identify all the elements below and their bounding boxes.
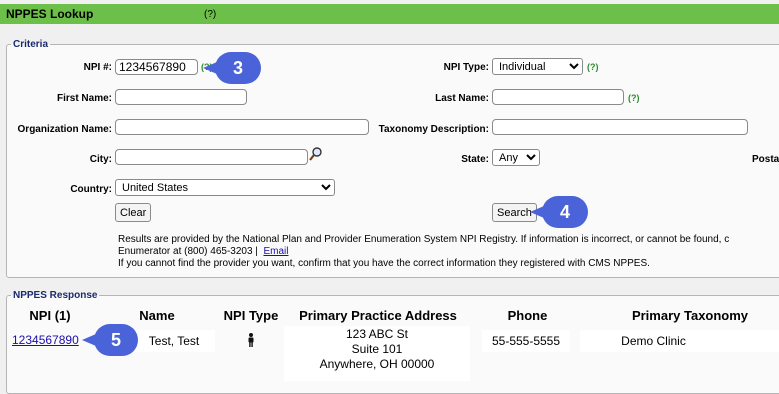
npi-label: NPI #: — [83, 62, 112, 73]
result-name: Test, Test — [133, 330, 215, 352]
taxonomy-label: Taxonomy Description: — [378, 124, 489, 135]
state-label: State: — [461, 154, 489, 165]
col-header-npi: NPI (1) — [29, 308, 71, 323]
country-label: Country: — [70, 184, 112, 195]
result-address-line2: Suite 101 — [351, 342, 403, 356]
email-link[interactable]: Email — [263, 246, 288, 257]
callout-3-badge: 3 — [203, 52, 261, 84]
col-header-npi-type: NPI Type — [223, 308, 279, 323]
callout-5-badge: 5 — [82, 324, 138, 356]
city-input[interactable] — [115, 149, 308, 165]
state-select[interactable]: Any — [492, 149, 540, 166]
first-name-label: First Name: — [56, 93, 112, 104]
city-lookup-magnifier-icon[interactable] — [309, 147, 323, 161]
npi-type-label: NPI Type: — [443, 62, 489, 73]
npi-type-help-link[interactable]: (?) — [587, 62, 599, 72]
result-phone: 55-555-5555 — [482, 330, 570, 352]
registry-info-line1: Results are provided by the National Pla… — [118, 234, 730, 245]
result-address-line3: Anywhere, OH 00000 — [319, 357, 435, 371]
col-header-name: Name — [139, 308, 175, 323]
criteria-legend: Criteria — [13, 39, 49, 50]
org-name-label: Organization Name: — [17, 124, 112, 135]
result-taxonomy-text: Demo Clinic — [621, 334, 686, 348]
response-legend: NPPES Response — [13, 290, 98, 301]
title-bar: NPPES Lookup (?) — [0, 4, 779, 24]
col-header-taxonomy: Primary Taxonomy — [631, 308, 749, 323]
last-name-input[interactable] — [492, 89, 624, 105]
org-name-input[interactable] — [115, 119, 369, 135]
person-icon — [247, 333, 255, 347]
enumerator-text: Enumerator at (800) 465-3203 | — [118, 246, 258, 257]
last-name-help-link[interactable]: (?) — [628, 93, 640, 103]
npi-type-select[interactable]: Individual — [492, 58, 583, 75]
result-address: 123 ABC St Suite 101 Anywhere, OH 00000 — [284, 326, 470, 381]
col-header-phone: Phone — [507, 308, 548, 323]
result-taxonomy: Demo Clinic — [580, 330, 779, 352]
page-title: NPPES Lookup — [6, 7, 94, 21]
result-address-line1: 123 ABC St — [345, 327, 409, 341]
result-npi-link[interactable]: 1234567890 — [12, 333, 79, 347]
title-help-link[interactable]: (?) — [204, 9, 216, 20]
registry-info-line3: If you cannot find the provider you want… — [118, 258, 650, 269]
city-label: City: — [89, 154, 112, 165]
clear-button[interactable]: Clear — [115, 203, 152, 222]
col-header-address: Primary Practice Address — [299, 308, 457, 323]
country-select[interactable]: United States — [115, 179, 335, 196]
postal-label: Posta — [752, 154, 779, 165]
npi-input[interactable] — [115, 59, 198, 75]
last-name-label: Last Name: — [435, 93, 489, 104]
registry-info-line2: Enumerator at (800) 465-3203 | Email — [118, 246, 288, 258]
taxonomy-input[interactable] — [492, 119, 748, 135]
first-name-input[interactable] — [115, 89, 247, 105]
callout-4-badge: 4 — [530, 196, 588, 228]
